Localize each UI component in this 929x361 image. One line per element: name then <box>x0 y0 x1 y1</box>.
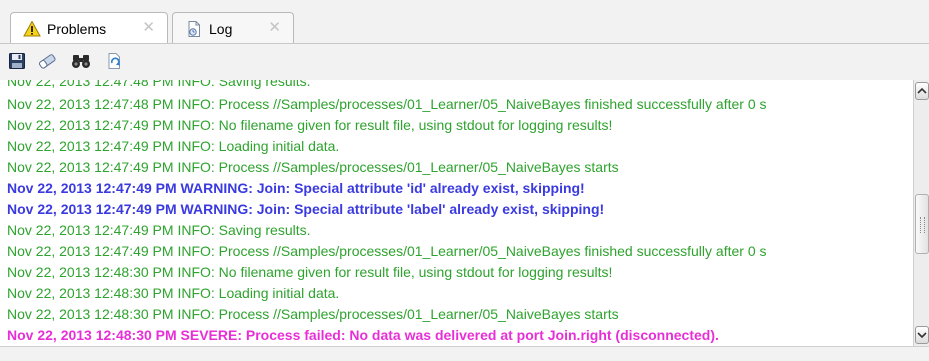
clear-eraser-icon <box>37 52 57 73</box>
save-button[interactable] <box>6 52 28 72</box>
bottom-border <box>0 346 929 361</box>
log-line: Nov 22, 2013 12:47:49 PM INFO: Process /… <box>7 243 767 259</box>
tab-problems-label: Problems <box>47 20 107 37</box>
log-line: Nov 22, 2013 12:48:30 PM INFO: No filena… <box>7 264 613 280</box>
scroll-up-button[interactable] <box>915 82 929 100</box>
view-tab-bar: Problems ✕ Log ✕ <box>0 0 929 44</box>
tab-log-label: Log <box>209 20 233 37</box>
log-output[interactable]: Nov 22, 2013 12:47:48 PM INFO: Saving re… <box>0 80 913 346</box>
refresh-button[interactable] <box>104 52 126 72</box>
find-binoculars-icon <box>71 52 91 73</box>
chevron-up-icon <box>917 84 927 98</box>
close-icon[interactable]: ✕ <box>142 20 155 36</box>
warning-icon <box>23 19 41 38</box>
log-line: Nov 22, 2013 12:47:49 PM INFO: Loading i… <box>7 138 340 154</box>
chevron-down-icon <box>917 328 927 342</box>
log-line: Nov 22, 2013 12:47:48 PM INFO: Process /… <box>7 96 767 112</box>
log-line: Nov 22, 2013 12:47:49 PM WARNING: Join: … <box>7 201 605 217</box>
find-button[interactable] <box>70 52 92 72</box>
log-line: Nov 22, 2013 12:47:49 PM INFO: No filena… <box>7 117 613 133</box>
close-icon[interactable]: ✕ <box>268 20 281 36</box>
tab-problems[interactable]: Problems ✕ <box>10 12 168 44</box>
grip-icon <box>920 217 925 233</box>
log-toolbar <box>0 44 929 78</box>
scroll-down-button[interactable] <box>915 326 929 344</box>
log-line: Nov 22, 2013 12:48:30 PM INFO: Loading i… <box>7 285 340 301</box>
log-document-icon <box>185 20 203 38</box>
log-line: Nov 22, 2013 12:48:30 PM SEVERE: Process… <box>7 327 719 343</box>
save-icon <box>8 52 26 73</box>
tab-log[interactable]: Log ✕ <box>172 12 294 44</box>
scrollbar-thumb[interactable] <box>915 194 929 254</box>
log-line: Nov 22, 2013 12:47:49 PM WARNING: Join: … <box>7 180 585 196</box>
vertical-scrollbar[interactable] <box>913 80 929 346</box>
log-line: Nov 22, 2013 12:48:30 PM INFO: Process /… <box>7 306 619 322</box>
log-line: Nov 22, 2013 12:47:49 PM INFO: Process /… <box>7 159 619 175</box>
log-line: Nov 22, 2013 12:47:49 PM INFO: Saving re… <box>7 222 311 238</box>
clear-log-button[interactable] <box>36 52 58 72</box>
refresh-icon <box>106 52 124 73</box>
log-line: Nov 22, 2013 12:47:48 PM INFO: Saving re… <box>7 80 311 89</box>
